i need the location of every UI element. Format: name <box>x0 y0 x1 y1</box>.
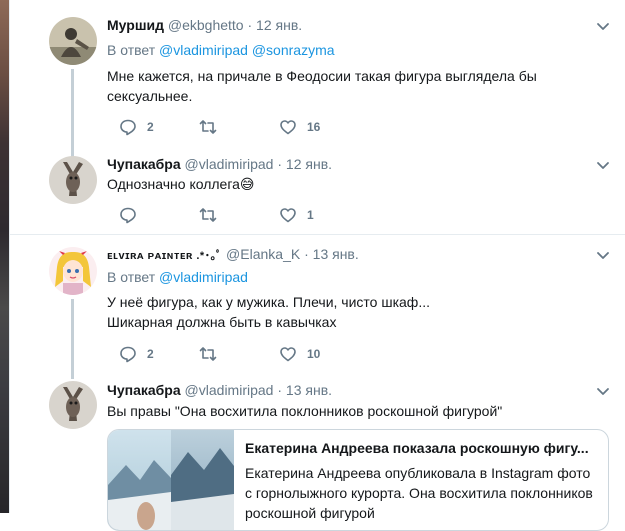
tweet-text-line: У неё фигура, как у мужика. Плечи, чисто… <box>107 294 430 310</box>
retweet-button[interactable] <box>199 117 227 137</box>
tweet-header: ᴇʟᴠɪʀᴀ ᴘᴀɪɴᴛᴇʀ .*･｡ﾟ @Elanka_K · 13 янв. <box>107 245 359 265</box>
retweet-button[interactable] <box>199 205 227 225</box>
retweet-icon <box>199 120 217 134</box>
link-preview-card[interactable]: Екатерина Андреева показала роскошную фи… <box>107 429 609 531</box>
display-name[interactable]: Чупакабра <box>107 156 181 172</box>
conversation-feed: Муршид @ekbghetto · 12 янв. В ответ @vla… <box>9 0 625 531</box>
tweet-text: Вы правы "Она восхитила поклонников роск… <box>107 403 503 419</box>
mention-link[interactable]: @vladimiripad <box>159 269 248 285</box>
retweet-button[interactable] <box>199 344 227 364</box>
chevron-down-icon[interactable] <box>596 19 610 33</box>
heart-icon <box>280 120 296 135</box>
reply-count: 2 <box>147 120 154 134</box>
reply-button[interactable]: 2 <box>119 117 154 137</box>
like-count: 1 <box>307 208 314 222</box>
thread-line <box>71 69 74 157</box>
timestamp[interactable]: 13 янв. <box>286 382 332 398</box>
separator-dot: · <box>247 17 253 33</box>
reply-button[interactable]: 2 <box>119 344 154 364</box>
like-count: 16 <box>307 120 321 134</box>
avatar[interactable] <box>49 156 97 204</box>
separator-dot: · <box>277 382 283 398</box>
tweet-3[interactable]: ᴇʟᴠɪʀᴀ ᴘᴀɪɴᴛᴇʀ .*･｡ﾟ @Elanka_K · 13 янв.… <box>10 235 625 379</box>
tweet-text-line: Шикарная должна быть в кавычках <box>107 314 337 330</box>
like-count: 10 <box>307 347 321 361</box>
tweet-actions: 1 <box>107 205 347 225</box>
username[interactable]: @ekbghetto <box>168 17 244 33</box>
mention-link[interactable]: @sonrazyma <box>252 42 335 58</box>
tweet-header: Чупакабра @vladimiripad · 12 янв. <box>107 155 332 173</box>
tweet-1[interactable]: Муршид @ekbghetto · 12 янв. В ответ @vla… <box>10 0 625 157</box>
timestamp[interactable]: 13 янв. <box>313 246 359 262</box>
reply-context: В ответ @vladimiripad @sonrazyma <box>107 41 335 59</box>
avatar[interactable] <box>49 17 97 65</box>
reply-count: 2 <box>147 347 154 361</box>
heart-icon <box>280 208 296 223</box>
display-name[interactable]: Чупакабра <box>107 382 181 398</box>
reply-button[interactable] <box>119 205 147 225</box>
username[interactable]: @vladimiripad <box>185 382 274 398</box>
chevron-down-icon[interactable] <box>596 384 610 398</box>
display-name[interactable]: Муршид <box>107 17 164 33</box>
separator-dot: · <box>304 246 309 262</box>
card-title[interactable]: Екатерина Андреева показала роскошную фи… <box>245 440 595 456</box>
tweet-text: Мне кажется, на причале в Феодосии такая… <box>107 68 537 104</box>
display-name[interactable]: ᴇʟᴠɪʀᴀ ᴘᴀɪɴᴛᴇʀ .*･｡ﾟ <box>107 250 222 262</box>
like-button[interactable]: 16 <box>279 117 320 137</box>
timestamp[interactable]: 12 янв. <box>256 17 302 33</box>
tweet-text: Однозначно коллега😅 <box>107 176 255 192</box>
mention-link[interactable]: @vladimiripad <box>159 42 248 58</box>
like-button[interactable]: 10 <box>279 344 320 364</box>
avatar[interactable] <box>49 247 97 295</box>
timestamp[interactable]: 12 янв. <box>286 156 332 172</box>
card-thumbnail <box>108 430 234 530</box>
reply-prefix: В ответ <box>107 42 156 58</box>
separator-dot: · <box>277 156 283 172</box>
retweet-icon <box>199 208 217 222</box>
tweet-actions: 2 10 <box>107 344 347 364</box>
tweet-actions: 2 16 <box>107 117 347 137</box>
card-description: Екатерина Андреева опубликовала в Instag… <box>245 465 593 521</box>
thread-line <box>71 299 74 379</box>
reply-prefix: В ответ <box>107 269 156 285</box>
chevron-down-icon[interactable] <box>596 248 610 262</box>
tweet-header: Муршид @ekbghetto · 12 янв. <box>107 16 302 34</box>
avatar[interactable] <box>49 381 97 429</box>
reply-icon <box>120 346 136 363</box>
tweet-text: У неё фигура, как у мужика. Плечи, чисто… <box>107 292 597 332</box>
reply-context: В ответ @vladimiripad <box>107 268 248 286</box>
reply-icon <box>120 207 136 224</box>
chevron-down-icon[interactable] <box>596 158 610 172</box>
username[interactable]: @Elanka_K <box>226 246 300 262</box>
tweet-header: Чупакабра @vladimiripad · 13 янв. <box>107 381 332 399</box>
like-button[interactable]: 1 <box>279 205 314 225</box>
tweet-2[interactable]: Чупакабра @vladimiripad · 12 янв. Однозн… <box>10 150 625 234</box>
username[interactable]: @vladimiripad <box>185 156 274 172</box>
reply-icon <box>120 119 136 136</box>
heart-icon <box>280 347 296 362</box>
retweet-icon <box>199 347 217 361</box>
background-strip <box>0 0 9 513</box>
